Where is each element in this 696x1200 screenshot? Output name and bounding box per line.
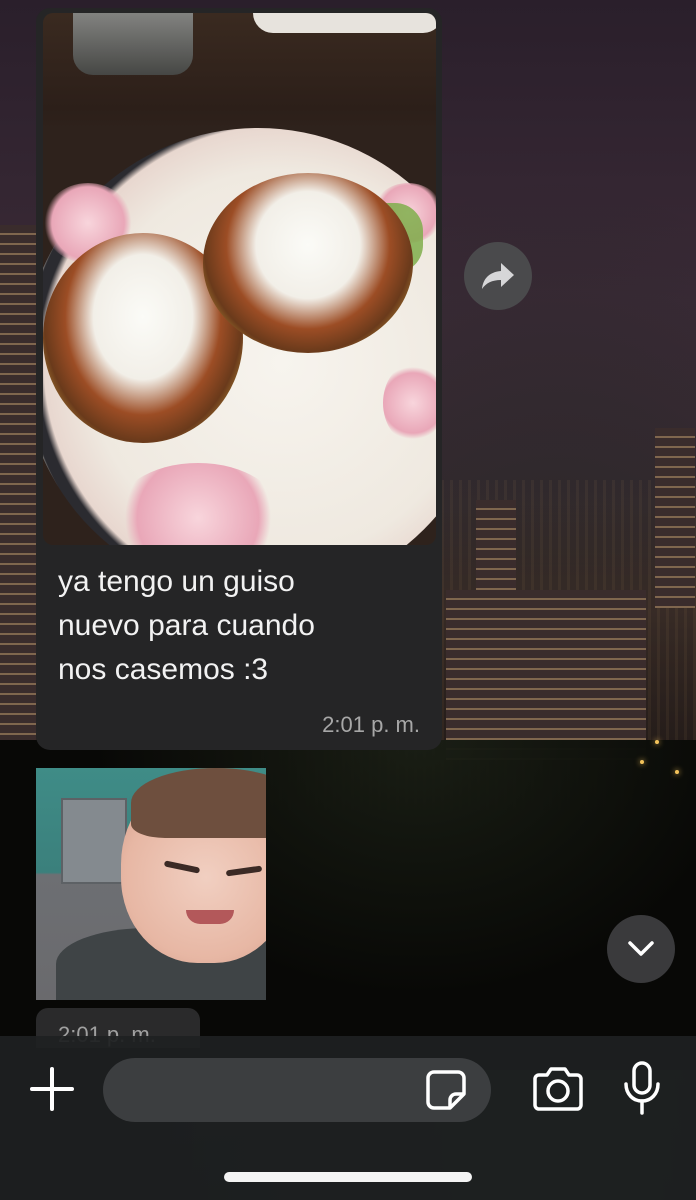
plate-background	[253, 13, 436, 33]
camera-icon	[533, 1067, 583, 1111]
message-timestamp: 2:01 p. m.	[322, 712, 420, 737]
city-light	[675, 770, 679, 774]
plate-flower	[383, 363, 436, 443]
food-photo[interactable]	[43, 13, 436, 545]
plus-icon	[30, 1067, 74, 1111]
scroll-to-bottom-button[interactable]	[607, 915, 675, 983]
forward-button[interactable]	[464, 242, 532, 310]
baby-photo[interactable]	[36, 768, 266, 1000]
camera-button[interactable]	[530, 1065, 586, 1113]
home-indicator[interactable]	[224, 1172, 472, 1182]
building	[655, 428, 695, 608]
microphone-button[interactable]	[620, 1060, 664, 1118]
hair	[131, 768, 266, 838]
building	[0, 225, 36, 785]
sticker-button[interactable]	[424, 1068, 468, 1112]
microphone-icon	[624, 1061, 660, 1115]
attach-button[interactable]	[26, 1063, 78, 1115]
door	[61, 798, 127, 884]
city-light	[655, 740, 659, 744]
sticker-icon	[426, 1070, 466, 1110]
mouth	[186, 910, 234, 924]
chevron-down-icon	[628, 941, 654, 956]
building	[446, 590, 646, 760]
forward-arrow-icon	[482, 263, 514, 289]
city-light	[640, 760, 644, 764]
water-glass	[73, 13, 193, 75]
message-text: ya tengo un guiso nuevo para cuando nos …	[58, 565, 315, 686]
tostada	[203, 173, 413, 353]
